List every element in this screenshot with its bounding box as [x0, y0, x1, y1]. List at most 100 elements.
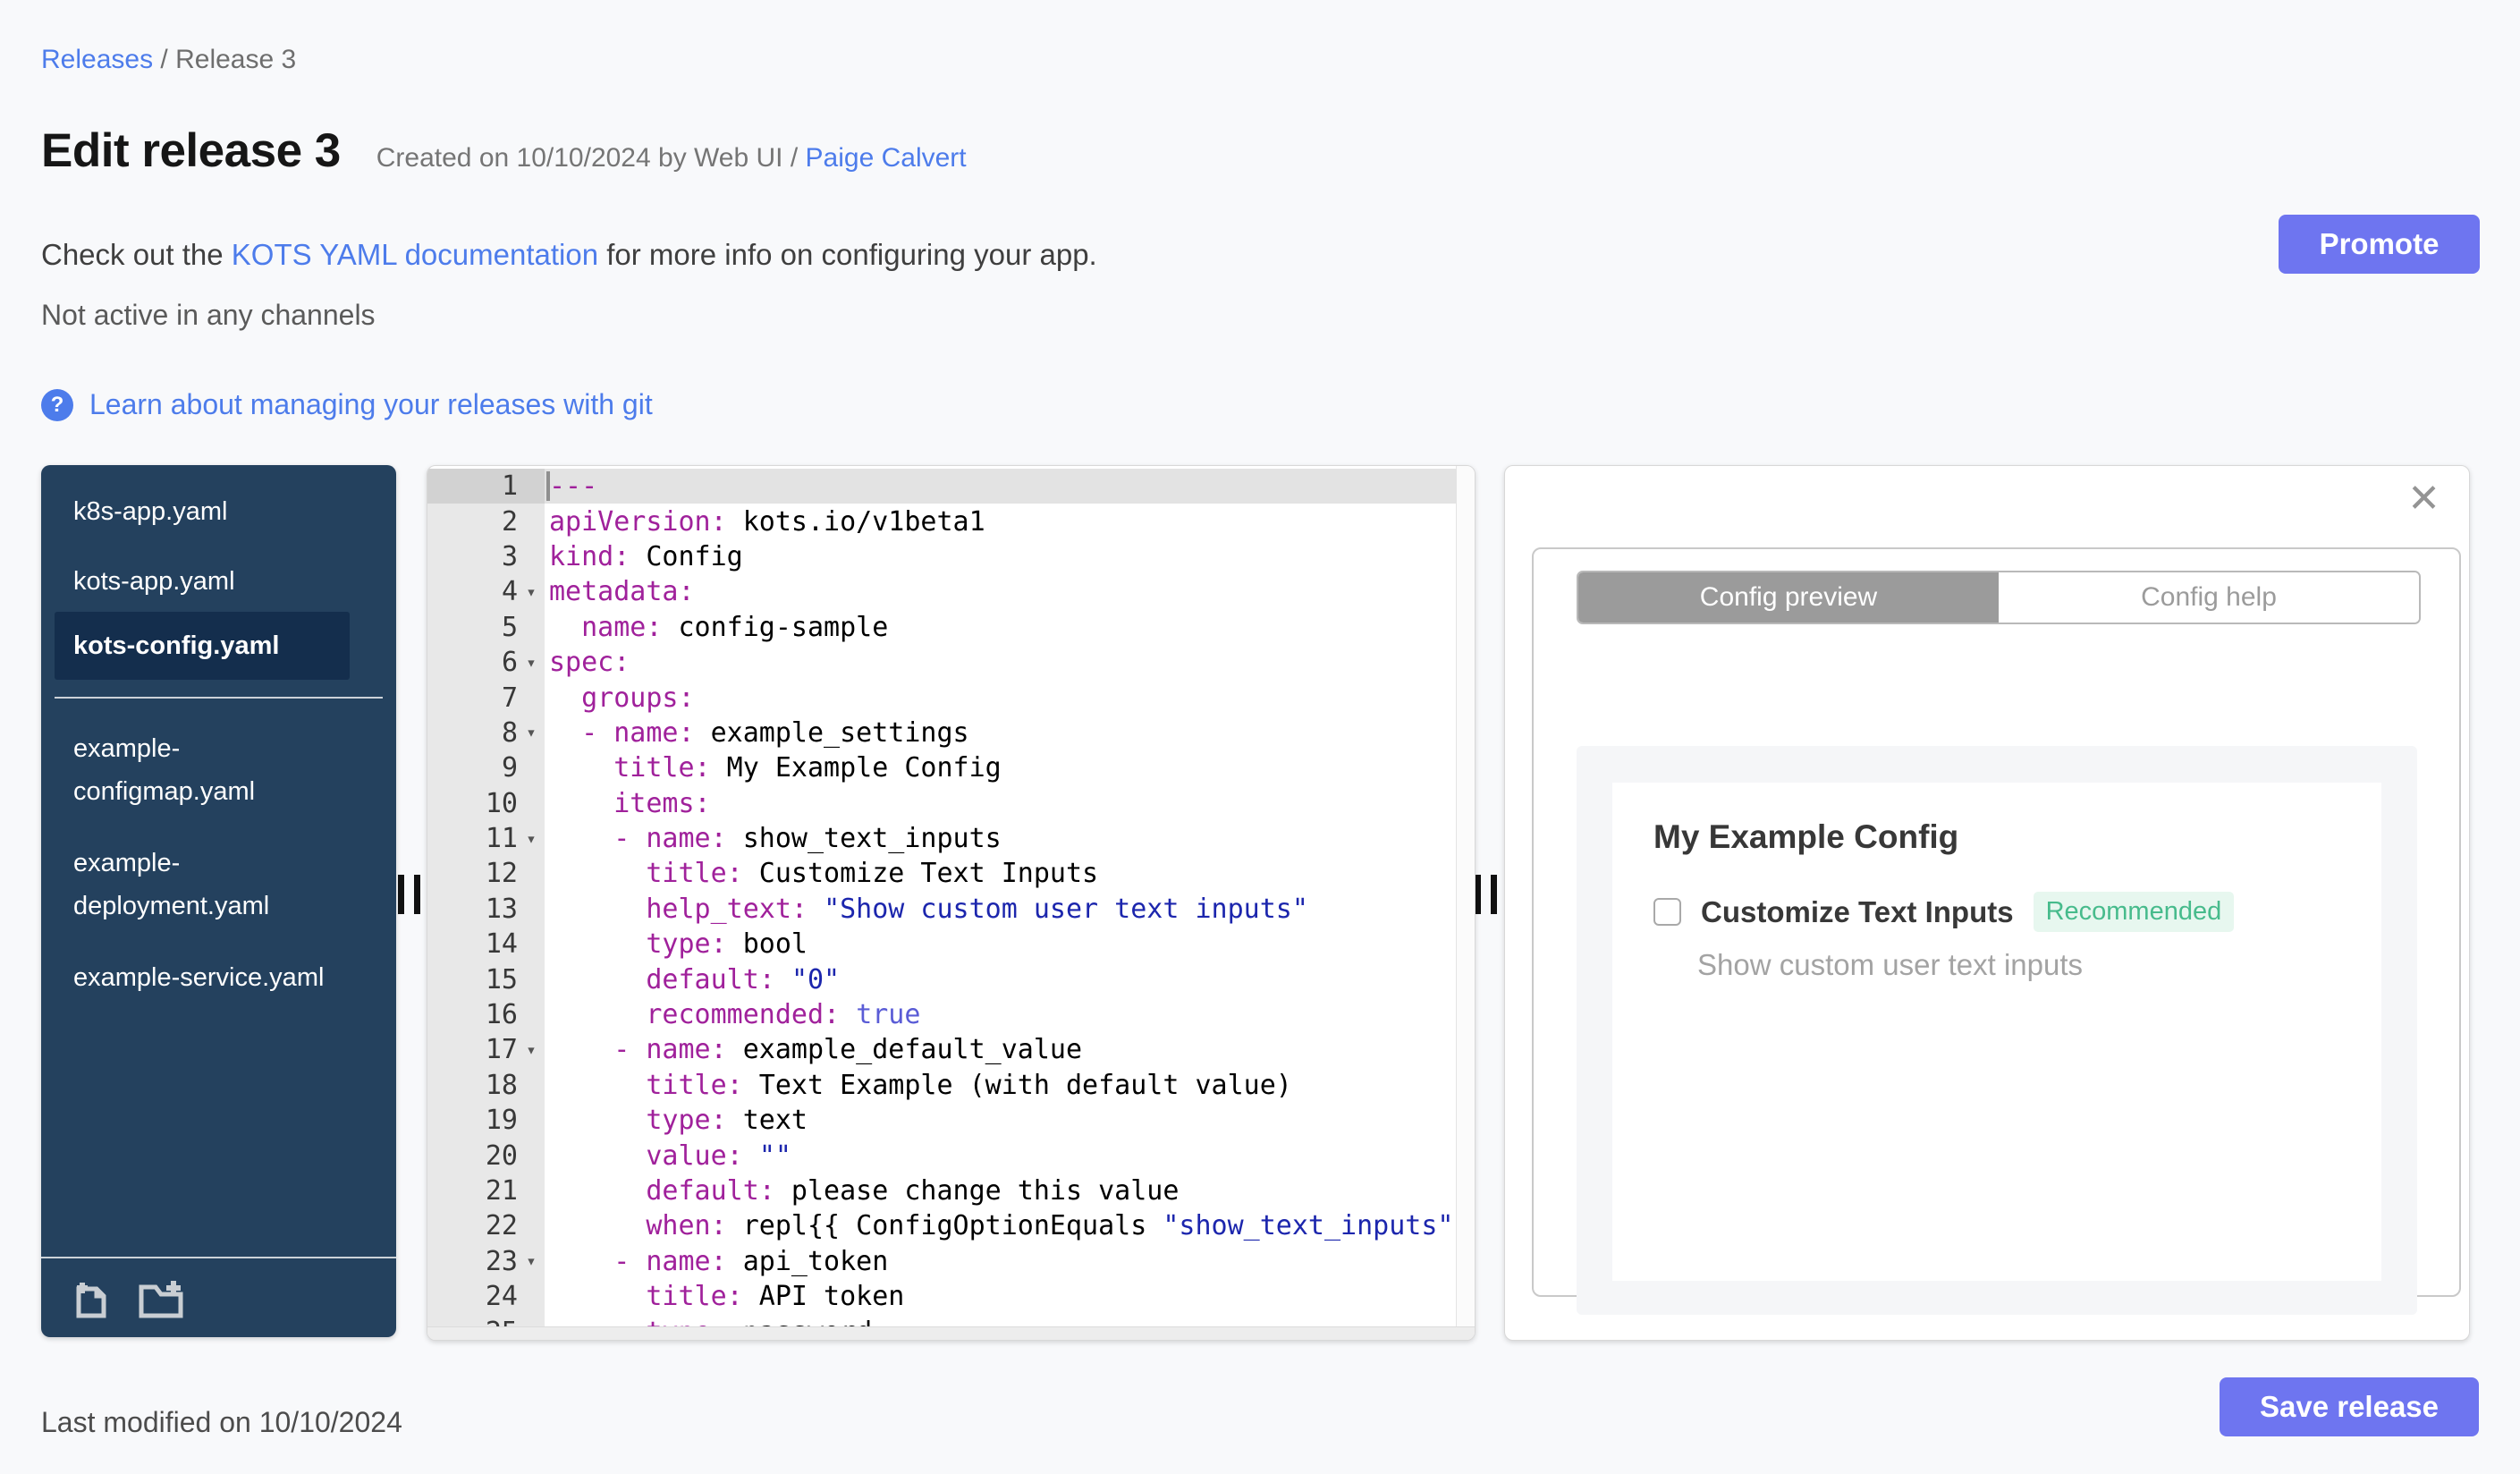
line-number: 23 ▾: [427, 1243, 545, 1279]
breadcrumb: Releases / Release 3: [41, 45, 296, 75]
close-icon[interactable]: ✕: [2402, 479, 2446, 520]
tab-config-preview[interactable]: Config preview: [1578, 572, 1999, 623]
code-line-text: recommended: true: [646, 999, 921, 1031]
sidebar-item-kots-app-yaml[interactable]: kots-app.yaml: [41, 560, 351, 603]
code-line-text: groups:: [581, 682, 695, 714]
line-number: 8 ▾: [427, 715, 545, 751]
sidebar-item-example-service-yaml[interactable]: example-service.yaml: [41, 956, 351, 999]
line-number: 12▾: [427, 856, 545, 892]
line-number: 9▾: [427, 750, 545, 786]
resize-handle-right[interactable]: [1475, 875, 1501, 914]
channel-status: Not active in any channels: [41, 299, 376, 331]
config-item-help-text: Show custom user text inputs: [1697, 948, 2084, 981]
add-file-button[interactable]: [68, 1276, 113, 1321]
fold-arrow-icon[interactable]: ▾: [518, 1251, 545, 1271]
editor-line: 3▾kind: Config: [427, 538, 1475, 575]
code-line-text: - name: show_text_inputs: [613, 823, 1002, 855]
yaml-code-editor[interactable]: 1▾---2▾apiVersion: kots.io/v1beta13▾kind…: [427, 465, 1476, 1341]
code-line-text: items:: [613, 787, 711, 819]
kots-docs-link[interactable]: KOTS YAML documentation: [232, 238, 598, 271]
config-item-label: Customize Text Inputs: [1701, 894, 2014, 928]
fold-arrow-icon[interactable]: ▾: [518, 1040, 545, 1060]
editor-line: 5▾ name: config-sample: [427, 609, 1475, 645]
fold-arrow-icon[interactable]: ▾: [518, 653, 545, 673]
editor-line: 21▾ default: please change this value: [427, 1173, 1475, 1209]
line-number: 5▾: [427, 609, 545, 645]
resize-handle-left[interactable]: [398, 875, 425, 914]
sidebar-item-example-configmap-yaml[interactable]: example-configmap.yaml: [41, 727, 351, 813]
tab-config-help[interactable]: Config help: [1999, 572, 2419, 623]
save-release-button[interactable]: Save release: [2220, 1377, 2479, 1436]
intro-text: Check out the KOTS YAML documentation fo…: [41, 238, 1097, 272]
text-cursor: [546, 471, 550, 501]
code-line-text: title: My Example Config: [613, 752, 1002, 784]
code-line-text: value: "": [646, 1139, 791, 1172]
preview-panel: Config preview Config help My Example Co…: [1532, 547, 2461, 1315]
editor-vertical-scrollbar[interactable]: [1456, 466, 1475, 1327]
sidebar-item-example-deployment-yaml[interactable]: example-deployment.yaml: [41, 842, 351, 928]
editor-horizontal-scrollbar[interactable]: [427, 1326, 1475, 1340]
code-line-text: name: config-sample: [581, 611, 889, 643]
sidebar-item-k8s-app-yaml[interactable]: k8s-app.yaml: [41, 490, 351, 533]
editor-line: 23 ▾ - name: api_token: [427, 1243, 1475, 1279]
config-group-title: My Example Config: [1653, 818, 1959, 855]
fold-arrow-icon[interactable]: ▾: [518, 829, 545, 849]
code-line-text: kind: Config: [549, 540, 743, 572]
code-line-text: apiVersion: kots.io/v1beta1: [549, 505, 985, 538]
line-number: 24▾: [427, 1278, 545, 1315]
code-line-text: title: Customize Text Inputs: [646, 858, 1099, 890]
editor-line: 19▾ type: text: [427, 1103, 1475, 1139]
editor-line: 14▾ type: bool: [427, 927, 1475, 962]
editor-line: 20▾ value: "": [427, 1138, 1475, 1173]
editor-line: 4 ▾ metadata:: [427, 574, 1475, 610]
editor-line: 6 ▾ spec:: [427, 644, 1475, 681]
created-text: Created on 10/10/2024 by Web UI / Paige …: [376, 143, 967, 174]
preview-tab-bar: Config preview Config help: [1577, 571, 2421, 624]
code-line-text: type: bool: [646, 928, 808, 961]
created-prefix: Created on 10/10/2024 by Web UI /: [376, 143, 806, 173]
config-item-row: Customize Text Inputs Recommended: [1653, 892, 2235, 932]
editor-line: 16▾ recommended: true: [427, 996, 1475, 1033]
fold-arrow-icon[interactable]: ▾: [518, 582, 545, 602]
code-line-text: - name: example_settings: [581, 716, 969, 749]
sidebar-divider: [55, 697, 383, 699]
editor-line: 12▾ title: Customize Text Inputs: [427, 856, 1475, 892]
customize-text-inputs-checkbox[interactable]: [1653, 898, 1681, 926]
recommended-badge: Recommended: [2033, 892, 2235, 932]
breadcrumb-current: Release 3: [175, 45, 297, 74]
editor-line: 18▾ title: Text Example (with default va…: [427, 1067, 1475, 1104]
line-number: 1▾: [427, 469, 545, 504]
git-releases-link[interactable]: Learn about managing your releases with …: [89, 388, 653, 421]
line-number: 13▾: [427, 891, 545, 928]
editor-line: 24▾ title: API token: [427, 1278, 1475, 1315]
code-line-text: - name: example_default_value: [613, 1034, 1083, 1066]
code-line-text: type: text: [646, 1105, 808, 1137]
line-number: 7▾: [427, 680, 545, 716]
code-line-text: default: please change this value: [646, 1175, 1180, 1207]
code-line-text: - name: api_token: [613, 1245, 889, 1277]
preview-config-card: My Example Config Customize Text Inputs …: [1612, 783, 2381, 1281]
file-actions: [41, 1258, 396, 1337]
line-number: 3▾: [427, 538, 545, 575]
file-tree-sidebar: k8s-app.yaml kots-app.yaml kots-config.yam…: [41, 465, 396, 1337]
breadcrumb-releases-link[interactable]: Releases: [41, 45, 153, 74]
code-line-text: spec:: [549, 647, 630, 679]
add-folder-button[interactable]: [136, 1276, 186, 1321]
editor-line: 13▾ help_text: "Show custom user text in…: [427, 891, 1475, 928]
page-title: Edit release 3: [41, 124, 341, 177]
line-number: 20▾: [427, 1138, 545, 1173]
editor-line: 15▾ default: "0": [427, 961, 1475, 997]
sidebar-item-kots-config-yaml[interactable]: kots-config.yaml: [55, 612, 350, 680]
line-number: 17 ▾: [427, 1032, 545, 1068]
line-number: 2▾: [427, 504, 545, 539]
promote-button[interactable]: Promote: [2279, 215, 2480, 274]
author-link[interactable]: Paige Calvert: [806, 143, 967, 173]
code-line-text: help_text: "Show custom user text inputs…: [646, 893, 1308, 925]
line-number: 21▾: [427, 1173, 545, 1209]
line-number: 22▾: [427, 1208, 545, 1244]
line-number: 18▾: [427, 1067, 545, 1104]
intro-before: Check out the: [41, 238, 232, 271]
line-number: 14▾: [427, 927, 545, 962]
fold-arrow-icon[interactable]: ▾: [518, 723, 545, 742]
line-number: 19▾: [427, 1103, 545, 1139]
